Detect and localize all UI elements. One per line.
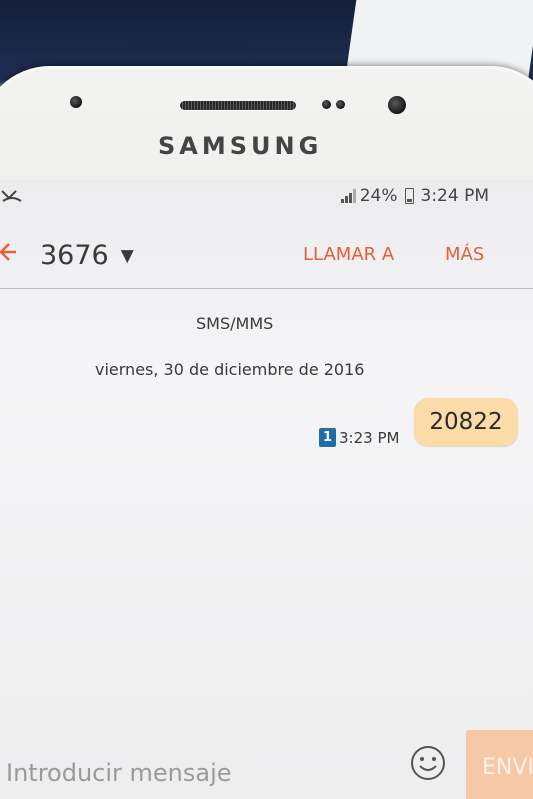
battery-percent: 24%: [359, 186, 398, 206]
more-button[interactable]: MÁS: [445, 244, 484, 265]
photo-scene: SAMSUNG 24% 3:24 PM 3676 ▼ LLAMAR A MÁS …: [0, 0, 533, 799]
back-arrow-icon[interactable]: [0, 240, 18, 271]
brand-logo: SAMSUNG: [158, 132, 323, 160]
date-separator: viernes, 30 de diciembre de 2016: [95, 360, 365, 379]
send-button[interactable]: ENVIAR: [466, 730, 533, 799]
proximity-sensor: [322, 100, 331, 109]
missed-call-icon: [0, 188, 24, 207]
front-camera-lens: [388, 96, 406, 114]
front-camera: [70, 96, 82, 108]
sim-badge: 1: [319, 428, 336, 447]
channel-label: SMS/MMS: [196, 314, 274, 333]
signal-icon: [340, 189, 356, 203]
status-indicators: 24% 3:24 PM: [340, 186, 490, 206]
smiley-icon[interactable]: [409, 744, 447, 782]
earpiece-speaker: [180, 101, 296, 110]
contact-selector[interactable]: 3676 ▼: [40, 240, 134, 271]
conversation-toolbar: 3676 ▼ LLAMAR A MÁS: [0, 226, 533, 289]
message-input[interactable]: [6, 756, 396, 790]
chevron-down-icon: ▼: [120, 245, 134, 266]
light-sensor: [336, 100, 345, 109]
message-composer: ENVIAR: [0, 730, 533, 799]
message-meta: 1 3:23 PM: [319, 428, 399, 447]
call-button[interactable]: LLAMAR A: [303, 244, 394, 265]
battery-icon: [404, 188, 414, 204]
message-time: 3:23 PM: [339, 428, 400, 447]
clock: 3:24 PM: [420, 186, 490, 206]
status-bar: 24% 3:24 PM: [0, 180, 533, 214]
phone-screen: 24% 3:24 PM 3676 ▼ LLAMAR A MÁS SMS/MMS …: [0, 180, 533, 799]
message-bubble[interactable]: 20822: [414, 398, 518, 446]
contact-number: 3676: [40, 240, 109, 271]
message-text: 20822: [429, 409, 503, 435]
